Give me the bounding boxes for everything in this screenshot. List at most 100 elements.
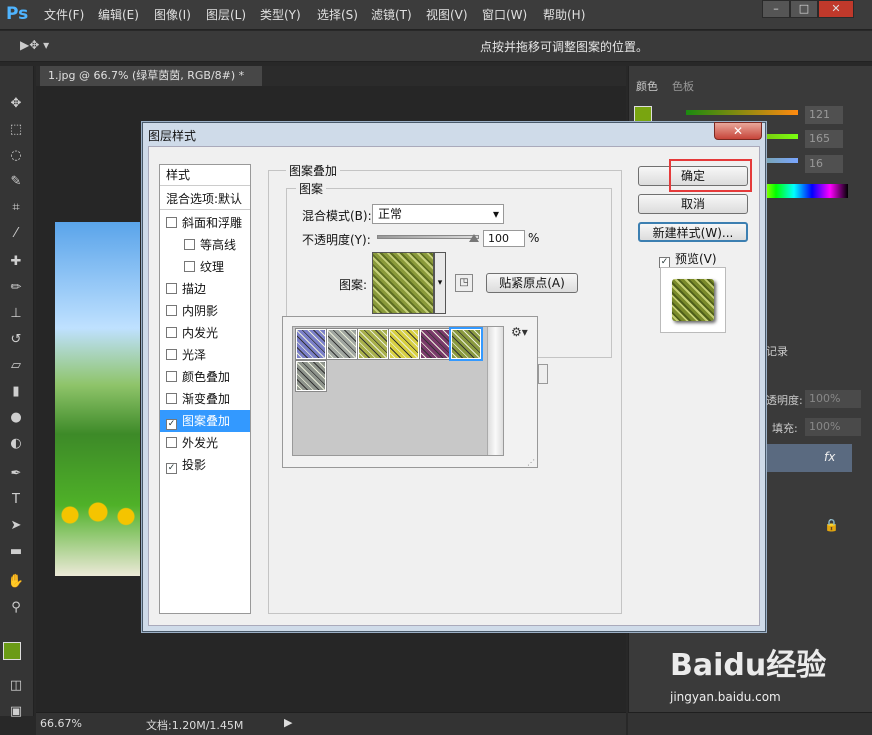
menu-type[interactable]: 类型(Y) [260,6,301,23]
screen-mode-icon[interactable]: ▣ [5,702,27,722]
menu-file[interactable]: 文件(F) [44,6,84,23]
pattern-swatch[interactable] [449,327,483,361]
style-item[interactable]: 颜色叠加 [160,366,250,388]
checkbox-icon[interactable] [166,437,177,448]
brush-icon[interactable]: ✏ [5,278,27,298]
crop-icon[interactable]: ⌗ [5,198,27,218]
blend-mode-select[interactable]: 正常 ▾ [372,204,504,224]
eraser-icon[interactable]: ▱ [5,356,27,376]
pattern-preview[interactable] [372,252,434,314]
fx-icon[interactable]: fx [824,450,835,464]
checkbox-icon[interactable] [166,349,177,360]
gear-icon[interactable]: ⚙▾ [511,325,528,339]
menu-filter[interactable]: 滤镜(T) [371,6,412,23]
watermark-url: jingyan.baidu.com [670,690,781,704]
styles-header[interactable]: 样式 [160,164,250,186]
style-item[interactable]: 渐变叠加 [160,388,250,410]
selected-layer-row[interactable] [766,444,852,472]
slider-thumb-icon[interactable] [469,234,479,242]
pen-icon[interactable]: ✒ [5,464,27,484]
pattern-swatch[interactable] [357,328,389,360]
dodge-icon[interactable]: ◐ [5,434,27,454]
history-tab[interactable]: 记录 [766,343,788,359]
layer-fill[interactable]: 100% [805,418,861,436]
menu-layer[interactable]: 图层(L) [206,6,246,23]
pattern-swatch[interactable] [295,328,327,360]
quick-select-icon[interactable]: ✎ [5,172,27,192]
style-item[interactable]: ✓ 图案叠加 [160,410,250,432]
zoom-level[interactable]: 66.67% [40,717,82,730]
history-brush-icon[interactable]: ↺ [5,330,27,350]
style-item[interactable]: 内发光 [160,322,250,344]
style-item[interactable]: 等高线 [160,234,250,256]
checkbox-icon[interactable] [166,217,177,228]
foreground-color[interactable] [3,642,21,660]
new-preset-icon[interactable]: ◳ [455,274,473,292]
style-item[interactable]: 外发光 [160,432,250,454]
style-item[interactable]: 纹理 [160,256,250,278]
minimize-icon[interactable]: – [762,0,790,18]
new-style-button[interactable]: 新建样式(W)... [638,222,748,242]
b-value[interactable]: 16 [805,155,843,173]
blur-icon[interactable]: ● [5,408,27,428]
shape-icon[interactable]: ▬ [5,542,27,562]
move-icon[interactable]: ✥ [5,94,27,114]
marquee-icon[interactable]: ⬚ [5,120,27,140]
style-item[interactable]: 内阴影 [160,300,250,322]
snap-origin-button[interactable]: 贴紧原点(A) [486,273,578,293]
eyedropper-icon[interactable]: ⁄ [5,224,27,244]
opacity-slider[interactable] [377,235,479,239]
type-icon[interactable]: T [5,490,27,510]
pattern-swatch[interactable] [419,328,451,360]
gradient-icon[interactable]: ▮ [5,382,27,402]
blend-options-item[interactable]: 混合选项:默认 [160,188,250,210]
pattern-swatch[interactable] [388,328,420,360]
stamp-icon[interactable]: ⊥ [5,304,27,324]
menu-edit[interactable]: 编辑(E) [98,6,139,23]
style-item[interactable]: 光泽 [160,344,250,366]
quick-mask-icon[interactable]: ◫ [5,676,27,696]
style-item[interactable]: ✓ 投影 [160,454,250,476]
tab-color[interactable]: 颜色 [636,78,658,94]
style-item[interactable]: 斜面和浮雕 [160,212,250,234]
zoom-icon[interactable]: ⚲ [5,598,27,618]
r-slider[interactable] [686,110,798,115]
hand-icon[interactable]: ✋ [5,572,27,592]
r-value[interactable]: 121 [805,106,843,124]
cancel-button[interactable]: 取消 [638,194,748,214]
checkbox-icon[interactable]: ✓ [166,419,177,430]
lasso-icon[interactable]: ◌ [5,146,27,166]
picker-scrollbar[interactable] [487,327,503,455]
close-icon[interactable]: ✕ [818,0,854,18]
checkbox-icon[interactable] [166,393,177,404]
pattern-swatch[interactable] [295,360,327,392]
checkbox-icon[interactable] [184,239,195,250]
menu-help[interactable]: 帮助(H) [543,6,585,23]
menu-view[interactable]: 视图(V) [426,6,468,23]
checkbox-icon[interactable] [184,261,195,272]
checkbox-icon[interactable] [166,327,177,338]
menu-image[interactable]: 图像(I) [154,6,191,23]
checkbox-icon[interactable]: ✓ [166,463,177,474]
path-select-icon[interactable]: ➤ [5,516,27,536]
tab-swatches[interactable]: 色板 [672,78,694,94]
menu-window[interactable]: 窗口(W) [482,6,527,23]
menu-select[interactable]: 选择(S) [317,6,358,23]
checkbox-icon[interactable] [166,371,177,382]
layer-opacity[interactable]: 100% [805,390,861,408]
pattern-swatch[interactable] [326,328,358,360]
preview-checkbox[interactable]: ✓ 预览(V) [659,250,717,268]
healing-icon[interactable]: ✚ [5,252,27,272]
move-tool-icon[interactable]: ▶✥ ▾ [20,38,49,52]
g-value[interactable]: 165 [805,130,843,148]
maximize-icon[interactable]: □ [790,0,818,18]
document-tab[interactable]: 1.jpg @ 66.7% (绿草茵茵, RGB/8#) * [40,66,262,86]
resize-grip-icon[interactable]: ⋰ [527,458,535,467]
checkbox-icon[interactable] [166,305,177,316]
style-item[interactable]: 描边 [160,278,250,300]
opacity-input[interactable]: 100 [483,230,525,247]
status-menu-icon[interactable]: ▶ [284,716,292,729]
pattern-dropdown-icon[interactable]: ▾ [434,252,446,314]
dialog-close-icon[interactable]: ✕ [714,122,762,140]
checkbox-icon[interactable] [166,283,177,294]
